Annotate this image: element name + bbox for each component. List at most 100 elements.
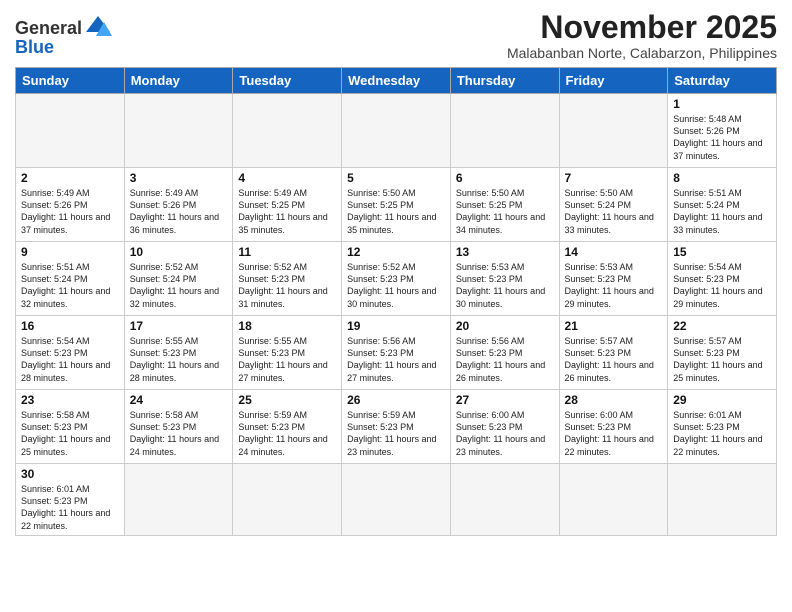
- table-row: 11Sunrise: 5:52 AM Sunset: 5:23 PM Dayli…: [233, 242, 342, 316]
- day-number: 7: [565, 171, 663, 185]
- th-thursday: Thursday: [450, 68, 559, 94]
- table-row: 9 Sunrise: 5:51 AM Sunset: 5:24 PM Daylig…: [16, 242, 125, 316]
- day-info: Sunrise: 5:54 AM Sunset: 5:23 PM Dayligh…: [21, 335, 119, 384]
- day-info: Sunrise: 5:48 AM Sunset: 5:26 PM Dayligh…: [673, 113, 771, 162]
- location-title: Malabanban Norte, Calabarzon, Philippine…: [507, 45, 777, 61]
- day-info: Sunrise: 5:54 AM Sunset: 5:23 PM Dayligh…: [673, 261, 771, 310]
- day-info: Sunrise: 5:50 AM Sunset: 5:24 PM Dayligh…: [565, 187, 663, 236]
- day-info: Sunrise: 5:59 AM Sunset: 5:23 PM Dayligh…: [347, 409, 445, 458]
- day-number: 16: [21, 319, 119, 333]
- day-number: 25: [238, 393, 336, 407]
- day-info: Sunrise: 5:58 AM Sunset: 5:23 PM Dayligh…: [130, 409, 228, 458]
- day-number: 30: [21, 467, 119, 481]
- table-row: 27Sunrise: 6:00 AM Sunset: 5:23 PM Dayli…: [450, 390, 559, 464]
- title-block: November 2025 Malabanban Norte, Calabarz…: [507, 10, 777, 61]
- th-monday: Monday: [124, 68, 233, 94]
- logo: General Blue: [15, 14, 112, 58]
- day-number: 11: [238, 245, 336, 259]
- table-row: 19Sunrise: 5:56 AM Sunset: 5:23 PM Dayli…: [342, 316, 451, 390]
- table-row: 3 Sunrise: 5:49 AM Sunset: 5:26 PM Daylig…: [124, 168, 233, 242]
- logo-general: General: [15, 19, 82, 37]
- day-number: 1: [673, 97, 771, 111]
- day-number: 20: [456, 319, 554, 333]
- day-number: 3: [130, 171, 228, 185]
- day-number: 28: [565, 393, 663, 407]
- day-number: 23: [21, 393, 119, 407]
- table-row: [668, 464, 777, 536]
- logo-blue: Blue: [15, 37, 54, 58]
- th-tuesday: Tuesday: [233, 68, 342, 94]
- table-row: 15 Sunrise: 5:54 AM Sunset: 5:23 PM Dayli…: [668, 242, 777, 316]
- day-info: Sunrise: 6:00 AM Sunset: 5:23 PM Dayligh…: [565, 409, 663, 458]
- day-info: Sunrise: 5:52 AM Sunset: 5:23 PM Dayligh…: [347, 261, 445, 310]
- day-number: 19: [347, 319, 445, 333]
- th-sunday: Sunday: [16, 68, 125, 94]
- table-row: 25 Sunrise: 5:59 AM Sunset: 5:23 PM Dayli…: [233, 390, 342, 464]
- day-number: 6: [456, 171, 554, 185]
- table-row: 17Sunrise: 5:55 AM Sunset: 5:23 PM Dayli…: [124, 316, 233, 390]
- day-number: 29: [673, 393, 771, 407]
- table-row: [559, 464, 668, 536]
- table-row: 20Sunrise: 5:56 AM Sunset: 5:23 PM Dayli…: [450, 316, 559, 390]
- day-number: 9: [21, 245, 119, 259]
- day-number: 24: [130, 393, 228, 407]
- day-info: Sunrise: 5:53 AM Sunset: 5:23 PM Dayligh…: [456, 261, 554, 310]
- table-row: 24 Sunrise: 5:58 AM Sunset: 5:23 PM Dayli…: [124, 390, 233, 464]
- calendar-table: Sunday Monday Tuesday Wednesday Thursday…: [15, 67, 777, 536]
- th-friday: Friday: [559, 68, 668, 94]
- day-info: Sunrise: 5:57 AM Sunset: 5:23 PM Dayligh…: [565, 335, 663, 384]
- day-info: Sunrise: 5:53 AM Sunset: 5:23 PM Dayligh…: [565, 261, 663, 310]
- day-number: 10: [130, 245, 228, 259]
- day-number: 22: [673, 319, 771, 333]
- table-row: [233, 464, 342, 536]
- day-number: 13: [456, 245, 554, 259]
- table-row: 18 Sunrise: 5:55 AM Sunset: 5:23 PM Dayli…: [233, 316, 342, 390]
- day-info: Sunrise: 5:49 AM Sunset: 5:25 PM Dayligh…: [238, 187, 336, 236]
- day-info: Sunrise: 5:55 AM Sunset: 5:23 PM Dayligh…: [238, 335, 336, 384]
- day-number: 5: [347, 171, 445, 185]
- table-row: [559, 94, 668, 168]
- day-info: Sunrise: 5:51 AM Sunset: 5:24 PM Dayligh…: [673, 187, 771, 236]
- table-row: 30 Sunrise: 6:01 AM Sunset: 5:23 PM Dayli…: [16, 464, 125, 536]
- day-info: Sunrise: 5:50 AM Sunset: 5:25 PM Dayligh…: [456, 187, 554, 236]
- day-number: 15: [673, 245, 771, 259]
- logo-icon: [84, 14, 112, 36]
- logo-text: General: [15, 14, 112, 37]
- day-info: Sunrise: 5:57 AM Sunset: 5:23 PM Dayligh…: [673, 335, 771, 384]
- day-info: Sunrise: 6:01 AM Sunset: 5:23 PM Dayligh…: [21, 483, 119, 532]
- day-number: 12: [347, 245, 445, 259]
- day-number: 18: [238, 319, 336, 333]
- day-number: 14: [565, 245, 663, 259]
- table-row: 7 Sunrise: 5:50 AM Sunset: 5:24 PM Daylig…: [559, 168, 668, 242]
- day-info: Sunrise: 5:59 AM Sunset: 5:23 PM Dayligh…: [238, 409, 336, 458]
- day-number: 2: [21, 171, 119, 185]
- table-row: 21 Sunrise: 5:57 AM Sunset: 5:23 PM Dayli…: [559, 316, 668, 390]
- table-row: 28 Sunrise: 6:00 AM Sunset: 5:23 PM Dayli…: [559, 390, 668, 464]
- th-wednesday: Wednesday: [342, 68, 451, 94]
- table-row: 29Sunrise: 6:01 AM Sunset: 5:23 PM Dayli…: [668, 390, 777, 464]
- table-row: [342, 464, 451, 536]
- day-number: 26: [347, 393, 445, 407]
- day-number: 4: [238, 171, 336, 185]
- table-row: 6 Sunrise: 5:50 AM Sunset: 5:25 PM Daylig…: [450, 168, 559, 242]
- header: General Blue November 2025 Malabanban No…: [15, 10, 777, 61]
- day-info: Sunrise: 5:49 AM Sunset: 5:26 PM Dayligh…: [21, 187, 119, 236]
- table-row: 2 Sunrise: 5:49 AM Sunset: 5:26 PM Daylig…: [16, 168, 125, 242]
- table-row: 8 Sunrise: 5:51 AM Sunset: 5:24 PM Daylig…: [668, 168, 777, 242]
- day-info: Sunrise: 5:51 AM Sunset: 5:24 PM Dayligh…: [21, 261, 119, 310]
- day-info: Sunrise: 5:58 AM Sunset: 5:23 PM Dayligh…: [21, 409, 119, 458]
- table-row: [124, 94, 233, 168]
- table-row: [124, 464, 233, 536]
- table-row: [450, 94, 559, 168]
- table-row: [16, 94, 125, 168]
- day-number: 8: [673, 171, 771, 185]
- day-info: Sunrise: 5:50 AM Sunset: 5:25 PM Dayligh…: [347, 187, 445, 236]
- day-info: Sunrise: 5:49 AM Sunset: 5:26 PM Dayligh…: [130, 187, 228, 236]
- table-row: 16 Sunrise: 5:54 AM Sunset: 5:23 PM Dayli…: [16, 316, 125, 390]
- table-row: 14 Sunrise: 5:53 AM Sunset: 5:23 PM Dayli…: [559, 242, 668, 316]
- day-number: 21: [565, 319, 663, 333]
- day-number: 27: [456, 393, 554, 407]
- table-row: [450, 464, 559, 536]
- day-number: 17: [130, 319, 228, 333]
- table-row: 12 Sunrise: 5:52 AM Sunset: 5:23 PM Dayli…: [342, 242, 451, 316]
